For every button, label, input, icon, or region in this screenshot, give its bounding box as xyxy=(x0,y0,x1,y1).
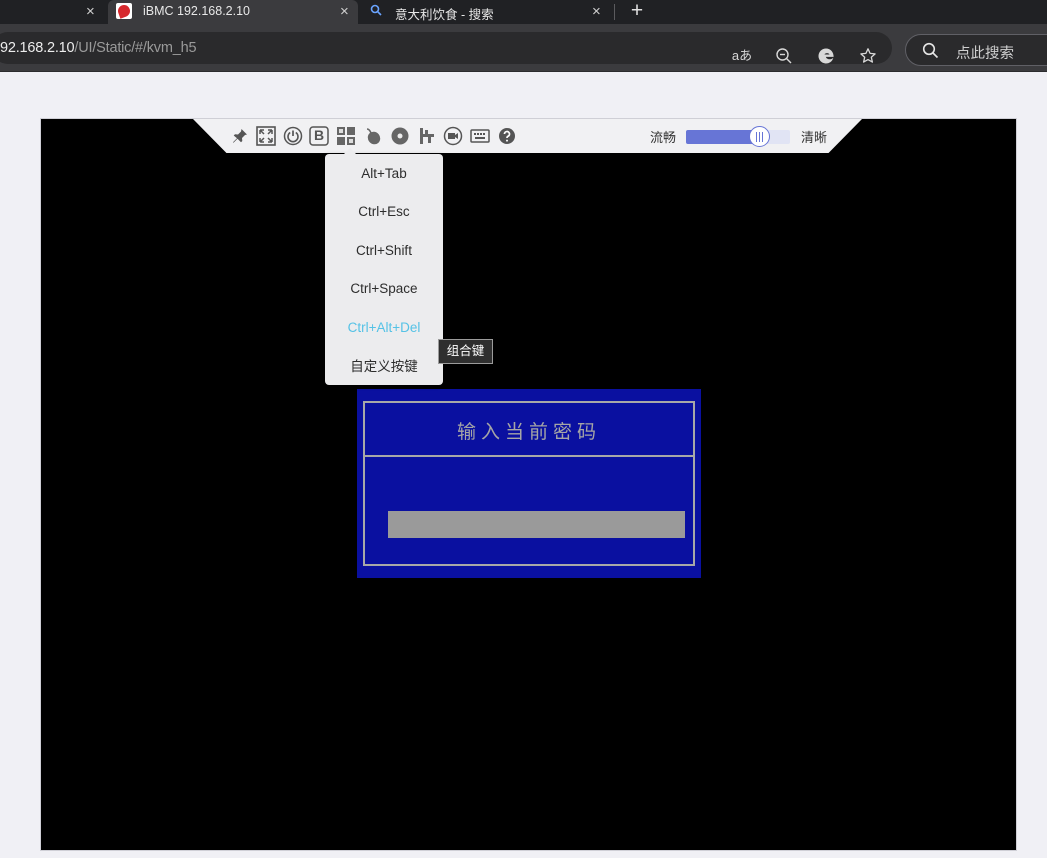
url-text: 92.168.2.10/UI/Static/#/kvm_h5 xyxy=(0,40,197,56)
key-combination-tooltip: 组合键 xyxy=(438,339,493,364)
slider-fill xyxy=(686,130,759,144)
search-placeholder: 点此搜索 xyxy=(956,46,1014,62)
search-favicon-icon xyxy=(370,4,382,19)
edge-icon[interactable] xyxy=(812,42,840,70)
quality-clear-label: 清晰 xyxy=(801,130,828,145)
bold-b-label: B xyxy=(313,127,325,143)
image-quality-slider[interactable] xyxy=(686,130,790,144)
tab-close-icon[interactable]: × xyxy=(340,3,349,21)
menu-item-ctrl-shift[interactable]: Ctrl+Shift xyxy=(325,234,443,268)
usb-icon[interactable] xyxy=(417,126,437,146)
browser-tab-search[interactable]: 意大利饮食 - 搜索 × xyxy=(358,0,613,24)
menu-item-custom-keys[interactable]: 自定义按键 xyxy=(325,350,443,384)
bold-b-icon[interactable]: B xyxy=(309,126,329,146)
power-icon[interactable] xyxy=(283,126,303,146)
menu-item-ctrl-space[interactable]: Ctrl+Space xyxy=(325,272,443,306)
favorite-star-icon[interactable] xyxy=(854,42,882,70)
url-field[interactable]: 92.168.2.10/UI/Static/#/kvm_h5 aあ xyxy=(0,32,892,64)
tab-close-icon[interactable]: × xyxy=(592,3,601,21)
tab-separator xyxy=(614,4,615,20)
bios-password-dialog: 输入当前密码 xyxy=(357,389,701,578)
menu-item-alt-tab[interactable]: Alt+Tab xyxy=(325,157,443,191)
search-icon xyxy=(922,42,939,59)
keyboard-icon[interactable] xyxy=(470,126,490,146)
tab-title: iBMC 192.168.2.10 xyxy=(143,4,251,18)
zoom-out-icon[interactable] xyxy=(770,42,798,70)
browser-tab-previous[interactable]: × xyxy=(0,0,108,24)
slider-thumb[interactable] xyxy=(748,126,770,147)
disc-icon[interactable] xyxy=(390,126,410,146)
menu-item-ctrl-esc[interactable]: Ctrl+Esc xyxy=(325,195,443,229)
ibmc-favicon-icon xyxy=(116,3,132,19)
help-icon[interactable] xyxy=(497,126,517,146)
menu-item-ctrl-alt-del[interactable]: Ctrl+Alt+Del xyxy=(325,311,443,345)
key-combination-icon[interactable] xyxy=(336,126,356,146)
browser-tab-bar: × iBMC 192.168.2.10 × 意大利饮食 - 搜索 × + xyxy=(0,0,1047,24)
record-icon[interactable] xyxy=(443,126,463,146)
read-aloud-icon[interactable]: aあ xyxy=(728,42,756,70)
browser-tab-ibmc[interactable]: iBMC 192.168.2.10 × xyxy=(108,0,358,24)
tab-close-icon[interactable]: × xyxy=(86,3,95,21)
bios-dialog-divider xyxy=(365,455,693,457)
fullscreen-icon[interactable] xyxy=(256,126,276,146)
bios-dialog-title: 输入当前密码 xyxy=(456,421,601,443)
url-host: 92.168.2.10 xyxy=(0,40,75,56)
url-path: /UI/Static/#/kvm_h5 xyxy=(74,40,197,56)
bios-password-input[interactable] xyxy=(388,511,685,538)
browser-search-input[interactable]: 点此搜索 xyxy=(905,34,1047,66)
browser-address-bar: 92.168.2.10/UI/Static/#/kvm_h5 aあ 点此搜索 xyxy=(0,24,1047,72)
pin-icon[interactable] xyxy=(230,126,250,146)
quality-smooth-label: 流畅 xyxy=(650,130,677,145)
tab-title: 意大利饮食 - 搜索 xyxy=(395,8,494,22)
bios-dialog-frame: 输入当前密码 xyxy=(363,401,695,566)
mouse-icon[interactable] xyxy=(363,126,383,146)
new-tab-button[interactable]: + xyxy=(624,0,650,24)
key-combination-menu: Alt+Tab Ctrl+Esc Ctrl+Shift Ctrl+Space C… xyxy=(325,148,443,385)
